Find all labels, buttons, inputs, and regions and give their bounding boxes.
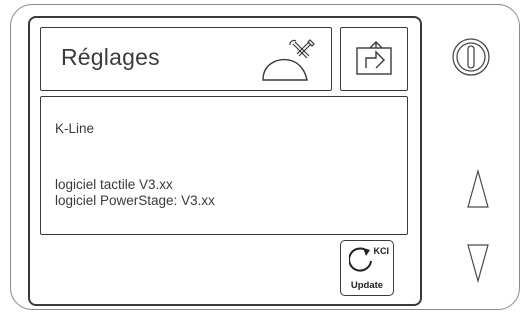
- title-bar: Réglages: [40, 27, 332, 91]
- page-title: Réglages: [61, 44, 160, 70]
- up-button[interactable]: [466, 168, 490, 210]
- powerstage-software-version: logiciel PowerStage: V3.xx: [55, 193, 215, 208]
- update-label: Update: [350, 280, 384, 291]
- kci-badge: KCI: [373, 246, 390, 256]
- export-icon: [356, 41, 392, 75]
- device-info-panel: K-Line logiciel tactile V3.xx logiciel P…: [40, 96, 408, 235]
- export-button[interactable]: [340, 27, 408, 91]
- power-button[interactable]: [449, 35, 493, 79]
- settings-tools-icon: [262, 39, 315, 81]
- device-name: K-Line: [55, 121, 95, 136]
- triangle-down-icon: [467, 244, 489, 284]
- triangle-up-icon: [467, 168, 489, 208]
- kci-update-button[interactable]: KCI Update: [340, 240, 394, 296]
- power-icon: [452, 38, 490, 76]
- touch-software-version: logiciel tactile V3.xx: [55, 177, 173, 192]
- down-button[interactable]: [466, 242, 490, 284]
